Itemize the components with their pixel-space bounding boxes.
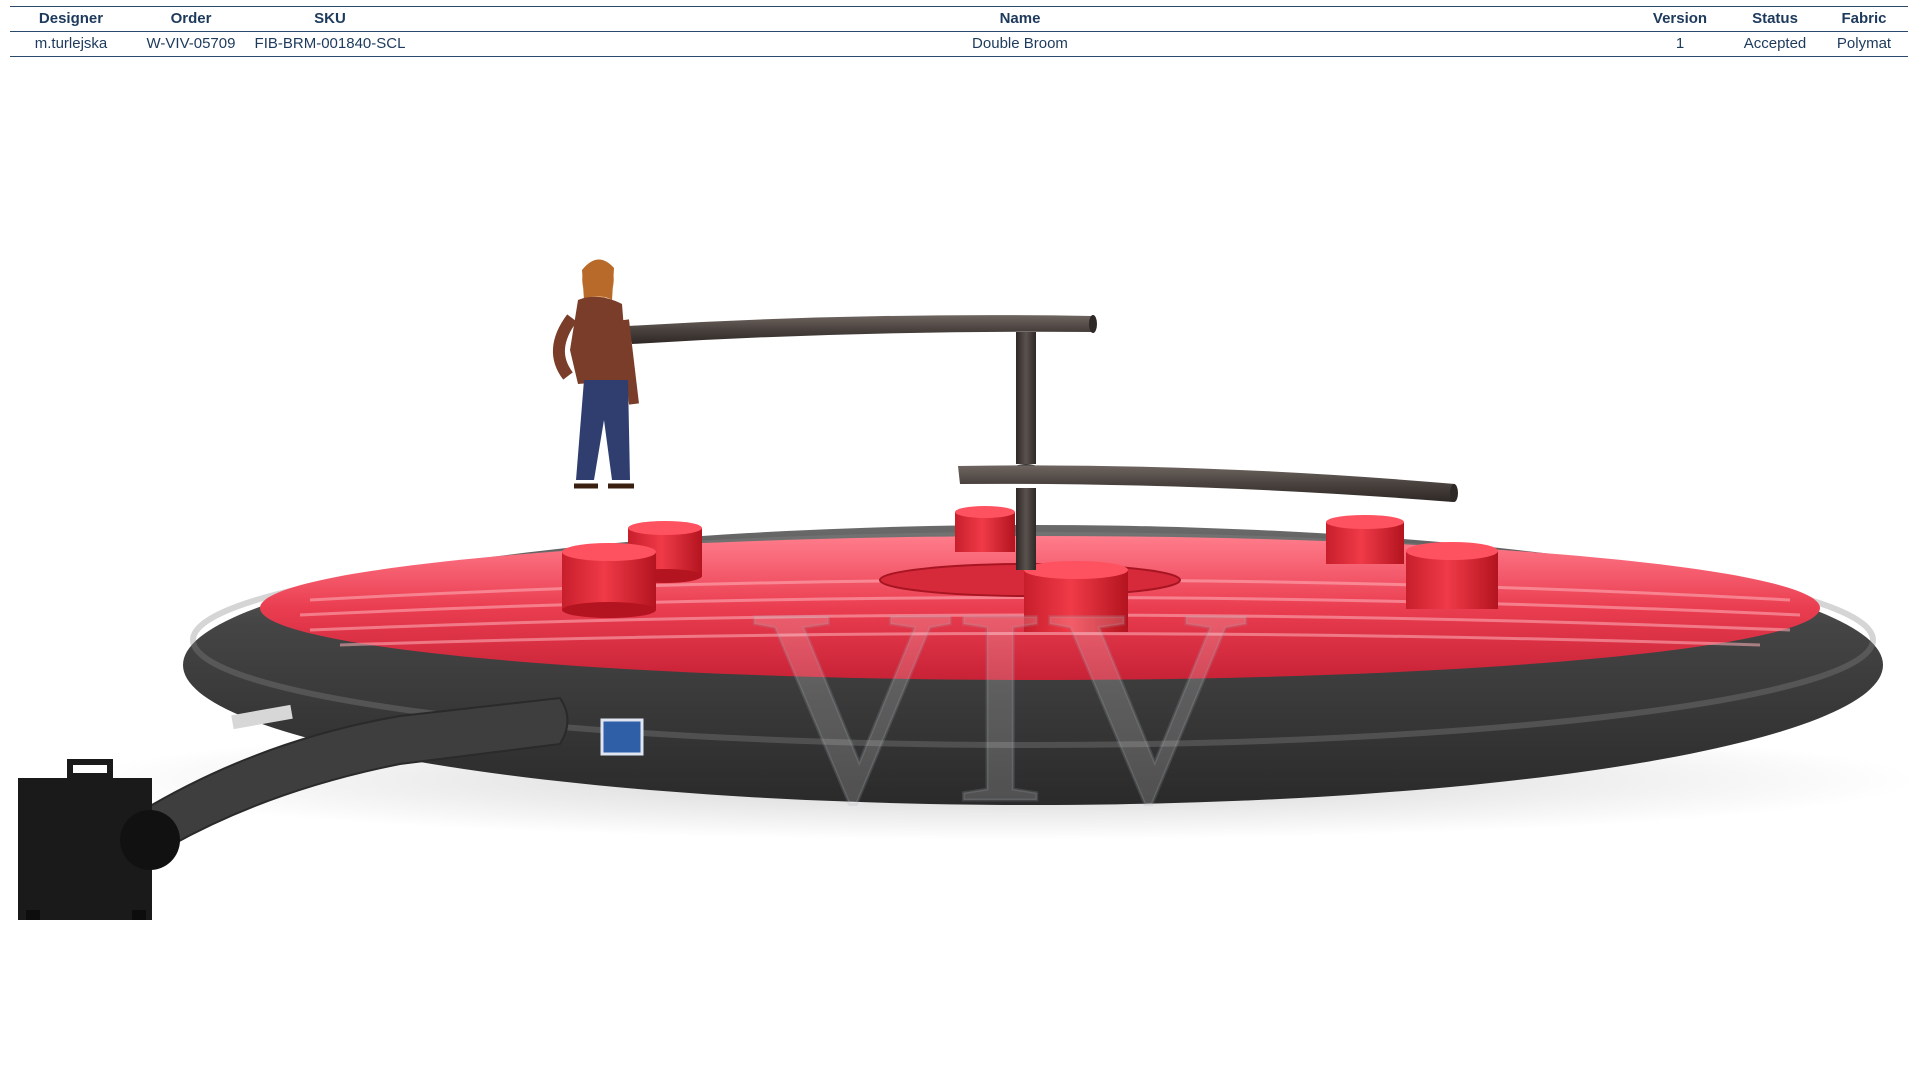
center-post-upper	[1016, 332, 1036, 464]
header-fabric: Fabric	[1841, 10, 1887, 27]
pod-front-right	[1406, 542, 1498, 609]
cell-sku: FIB-BRM-001840-SCL	[254, 35, 406, 52]
cell-name: Double Broom	[972, 35, 1068, 52]
cell-status: Accepted	[1743, 35, 1807, 52]
watermark-text: VIV	[751, 550, 1249, 861]
header-designer: Designer	[38, 10, 104, 27]
cell-fabric: Polymat	[1836, 35, 1892, 52]
pod-front-left	[562, 543, 656, 618]
header-name: Name	[999, 10, 1041, 27]
pod-back-center	[955, 506, 1015, 552]
header-version: Version	[1652, 10, 1708, 27]
header-order: Order	[170, 10, 212, 27]
header-status: Status	[1752, 10, 1798, 27]
spec-table: Designer Order SKU Name Version Status F…	[10, 6, 1908, 57]
spec-header-row: Designer Order SKU Name Version Status F…	[10, 6, 1908, 32]
spec-data-row: m.turlejska W-VIV-05709 FIB-BRM-001840-S…	[10, 32, 1908, 57]
product-render: VIV	[18, 259, 1920, 920]
person-figure	[552, 259, 639, 489]
cell-designer: m.turlejska	[34, 35, 108, 52]
cell-order: W-VIV-05709	[146, 35, 236, 52]
pod-back-right	[1326, 515, 1404, 564]
header-sku: SKU	[314, 10, 346, 27]
info-label	[600, 718, 644, 756]
cell-version: 1	[1675, 35, 1685, 52]
